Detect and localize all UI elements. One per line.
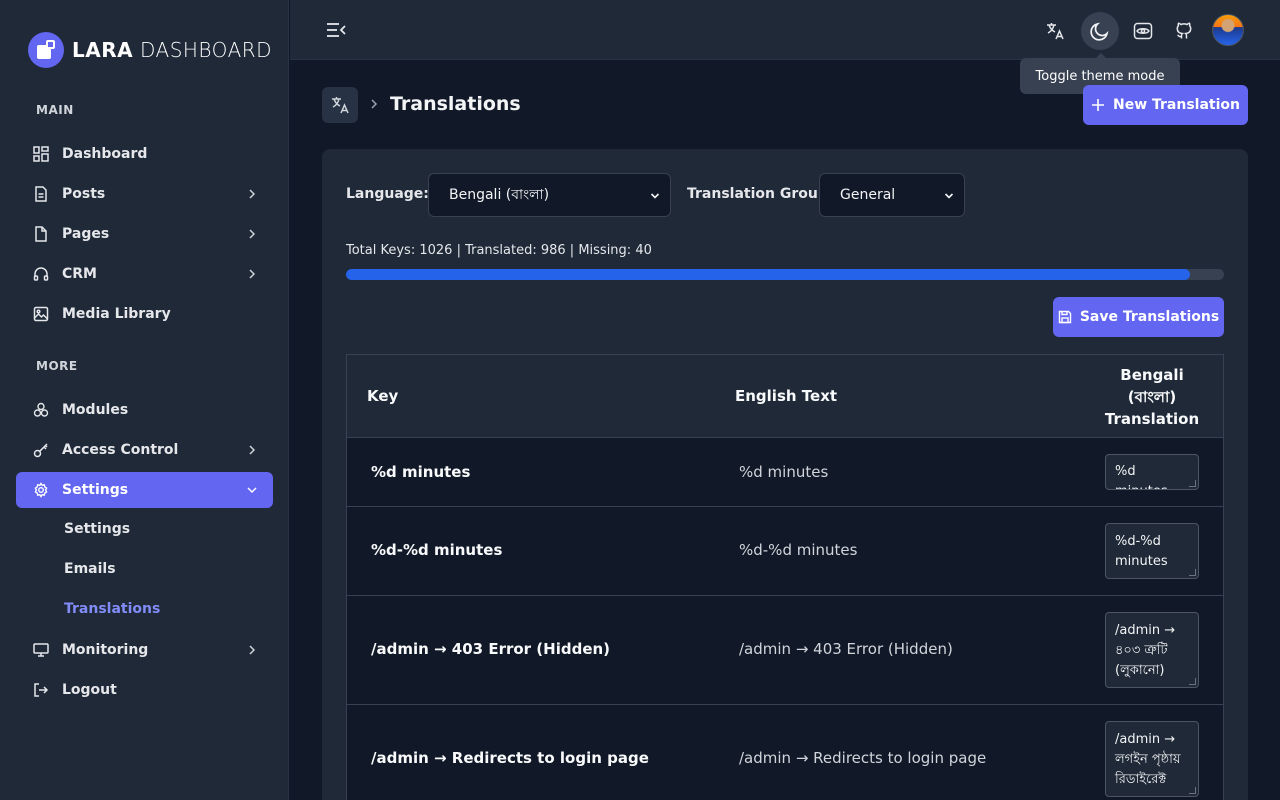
key-icon [32, 441, 50, 459]
new-translation-button[interactable]: New Translation [1083, 85, 1248, 125]
sidebar-item-logout[interactable]: Logout [16, 672, 273, 708]
sidebar-item-dashboard[interactable]: Dashboard [16, 136, 273, 172]
column-header-english: English Text [735, 387, 838, 405]
row-key: /admin → Redirects to login page [371, 749, 649, 767]
sidebar-item-media-library[interactable]: Media Library [16, 296, 273, 332]
headset-icon [32, 265, 50, 283]
translation-textarea[interactable]: /admin → লগইন পৃষ্ঠায় রিডাইরেক্ট [1105, 721, 1199, 797]
row-english: %d minutes [739, 463, 829, 481]
translation-stats: Total Keys: 1026 | Translated: 986 | Mis… [346, 243, 652, 258]
new-translation-label: New Translation [1112, 97, 1240, 113]
translation-group-select[interactable]: General [819, 173, 965, 217]
chevron-down-icon [650, 193, 660, 199]
theme-toggle-button[interactable] [1081, 12, 1119, 50]
table-row: %d-%d minutes %d-%d minutes %d-%d minute… [347, 507, 1223, 596]
menu-toggle-icon[interactable] [326, 20, 346, 40]
table-row: /admin → Redirects to login page /admin … [347, 705, 1223, 800]
row-english: %d-%d minutes [739, 541, 858, 559]
translation-textarea[interactable]: %d minutes [1105, 454, 1199, 490]
sidebar-item-label: Modules [62, 402, 129, 418]
plus-icon [1091, 99, 1104, 111]
document-icon [32, 185, 50, 203]
sidebar-item-modules[interactable]: Modules [16, 392, 273, 428]
github-button[interactable] [1165, 12, 1203, 50]
section-label-main: MAIN [36, 103, 74, 117]
sidebar-item-access-control[interactable]: Access Control [16, 432, 273, 468]
monitor-icon [32, 641, 50, 659]
row-english: /admin → Redirects to login page [739, 749, 987, 767]
sidebar-item-label: Posts [62, 186, 106, 202]
table-row: /admin → 403 Error (Hidden) /admin → 403… [347, 596, 1223, 705]
table-row: %d minutes %d minutes %d minutes [347, 438, 1223, 507]
sidebar-item-label: Logout [62, 682, 117, 698]
row-key: %d minutes [371, 463, 471, 481]
translation-group-select-value: General [840, 187, 896, 203]
translate-icon [332, 97, 349, 114]
sidebar-item-pages[interactable]: Pages [16, 216, 273, 252]
translations-table: Key English Text Bengali (বাংলা) Transla… [346, 354, 1224, 800]
chevron-right-icon [249, 229, 256, 239]
page-icon [32, 225, 50, 243]
language-button[interactable] [1036, 12, 1074, 50]
column-header-translation: Bengali (বাংলা) Translation [1104, 366, 1200, 428]
sidebar-item-label: Pages [62, 226, 110, 242]
column-header-key: Key [367, 387, 399, 405]
chevron-right-icon [249, 269, 256, 279]
preview-button[interactable] [1124, 12, 1162, 50]
moon-icon [1090, 22, 1109, 41]
translation-progress-fill [346, 269, 1190, 280]
language-select[interactable]: Bengali (বাংলা) [428, 173, 671, 217]
page-title: Translations [390, 93, 521, 115]
sidebar: LARA DASHBOARD MAIN Dashboard Posts Page… [0, 0, 289, 800]
table-header: Key English Text Bengali (বাংলা) Transla… [347, 355, 1223, 438]
translations-breadcrumb-icon-box[interactable] [322, 87, 358, 123]
translation-group-label: Translation Group: [687, 186, 834, 202]
chevron-down-icon [247, 487, 257, 494]
logout-icon [32, 681, 50, 699]
sidebar-subitem-settings[interactable]: Settings [64, 521, 130, 537]
save-translations-button[interactable]: Save Translations [1053, 297, 1224, 337]
app-logo[interactable]: LARA DASHBOARD [28, 32, 272, 68]
sidebar-item-label: Settings [62, 482, 129, 498]
sidebar-item-label: CRM [62, 266, 97, 282]
translation-progress-bar [346, 269, 1224, 280]
sidebar-subitem-translations[interactable]: Translations [64, 601, 160, 617]
row-key: /admin → 403 Error (Hidden) [371, 640, 611, 658]
sidebar-item-crm[interactable]: CRM [16, 256, 273, 292]
chevron-right-icon [249, 445, 256, 455]
sidebar-item-settings[interactable]: Settings [16, 472, 273, 508]
image-icon [32, 305, 50, 323]
section-label-more: MORE [36, 359, 78, 373]
logo-mark-icon [28, 32, 64, 68]
sidebar-item-posts[interactable]: Posts [16, 176, 273, 212]
chevron-down-icon [944, 193, 954, 199]
sidebar-item-label: Access Control [62, 442, 179, 458]
sidebar-item-label: Monitoring [62, 642, 149, 658]
sidebar-item-label: Media Library [62, 306, 171, 322]
language-label: Language: [346, 186, 429, 202]
sidebar-item-monitoring[interactable]: Monitoring [16, 632, 273, 668]
sidebar-subitem-emails[interactable]: Emails [64, 561, 116, 577]
translations-card: Language: Bengali (বাংলা) Translation Gr… [322, 149, 1248, 800]
gear-icon [32, 481, 50, 499]
user-avatar[interactable] [1212, 14, 1244, 46]
top-header [290, 0, 1280, 60]
save-icon [1058, 310, 1072, 324]
language-select-value: Bengali (বাংলা) [449, 187, 550, 203]
cubes-icon [32, 401, 50, 419]
chevron-right-icon [249, 189, 256, 199]
translation-textarea[interactable]: /admin → ৪০৩ ত্রুটি (লুকানো) [1105, 612, 1199, 688]
translate-icon [1047, 23, 1064, 40]
translation-textarea[interactable]: %d-%d minutes [1105, 523, 1199, 579]
breadcrumb-chevron-icon [371, 99, 378, 109]
github-icon [1176, 22, 1192, 39]
save-translations-label: Save Translations [1079, 309, 1220, 325]
dashboard-icon [32, 145, 50, 163]
sidebar-item-label: Dashboard [62, 146, 148, 162]
row-english: /admin → 403 Error (Hidden) [739, 640, 953, 658]
chevron-right-icon [249, 645, 256, 655]
row-key: %d-%d minutes [371, 541, 503, 559]
eye-frame-icon [1133, 22, 1153, 40]
logo-text: LARA DASHBOARD [72, 38, 273, 62]
